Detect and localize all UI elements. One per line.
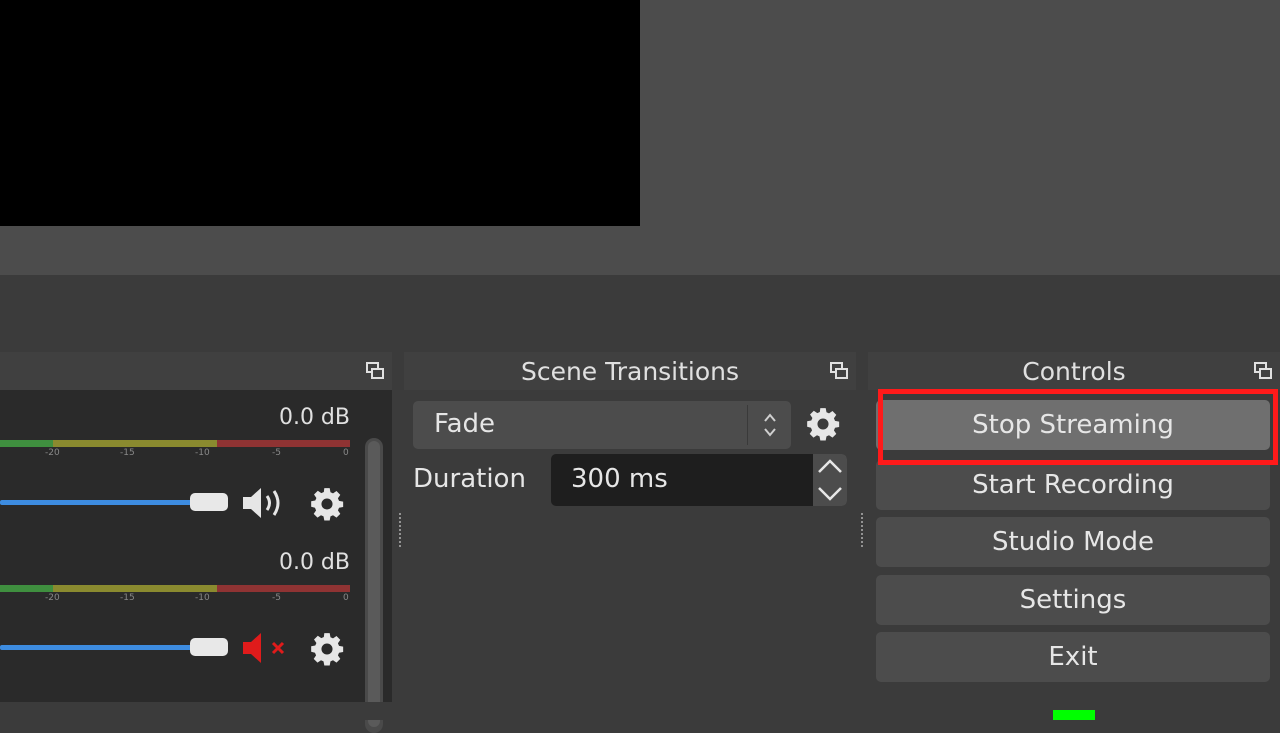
studio-mode-button[interactable]: Studio Mode <box>876 517 1270 567</box>
meter-tick: -20 <box>45 448 60 458</box>
meter-tick: -20 <box>45 593 60 603</box>
settings-button[interactable]: Settings <box>876 575 1270 625</box>
speaker-muted-icon[interactable] <box>240 630 292 666</box>
meter-tick: -10 <box>195 448 210 458</box>
scene-transitions-dock: Scene Transitions Fade Duration 300 ms <box>398 352 864 702</box>
controls-dock-header: Controls <box>868 352 1280 390</box>
meter-tick: -15 <box>120 448 135 458</box>
dock-title: Controls <box>1022 356 1126 386</box>
duration-spinbox[interactable]: 300 ms <box>551 454 847 506</box>
meter-tick: -5 <box>272 448 281 458</box>
dock-resize-grip[interactable] <box>860 512 864 548</box>
mixer-dock-header <box>0 352 392 390</box>
duration-value: 300 ms <box>571 464 668 494</box>
undock-icon[interactable] <box>364 360 386 382</box>
start-recording-button[interactable]: Start Recording <box>876 460 1270 510</box>
select-arrows-icon <box>764 413 776 437</box>
meter-tick: 0 <box>343 593 349 603</box>
dock-title: Scene Transitions <box>520 356 740 386</box>
dock-resize-grip[interactable] <box>398 512 402 548</box>
meter-tick: 0 <box>343 448 349 458</box>
gear-icon[interactable] <box>804 405 842 443</box>
volume-fader-handle[interactable] <box>190 493 228 511</box>
controls-dock: Controls Stop Streaming Start Recording … <box>868 352 1280 702</box>
duration-stepper[interactable] <box>813 454 847 506</box>
volume-db-label: 0.0 dB <box>278 550 350 575</box>
volume-db-label: 0.0 dB <box>278 405 350 430</box>
stop-streaming-button[interactable]: Stop Streaming <box>876 400 1270 450</box>
audio-mixer-dock: 0.0 dB -20 -15 -10 -5 0 0.0 dB -20 -15 -… <box>0 352 392 733</box>
mixer-body: 0.0 dB -20 -15 -10 -5 0 0.0 dB -20 -15 -… <box>0 390 392 733</box>
undock-icon[interactable] <box>828 360 850 382</box>
transition-select-value: Fade <box>434 409 496 439</box>
transitions-dock-header: Scene Transitions <box>404 352 856 390</box>
exit-button[interactable]: Exit <box>876 632 1270 682</box>
meter-tick: -15 <box>120 593 135 603</box>
volume-fader-track[interactable] <box>0 500 195 505</box>
gear-icon[interactable] <box>308 630 346 668</box>
spin-arrows-icon <box>818 459 842 501</box>
volume-fader-track[interactable] <box>0 645 195 650</box>
meter-tick: -10 <box>195 593 210 603</box>
gear-icon[interactable] <box>308 485 346 523</box>
speaker-icon[interactable] <box>240 485 292 521</box>
volume-fader-handle[interactable] <box>190 638 228 656</box>
transition-select[interactable]: Fade <box>413 401 791 449</box>
status-bar <box>0 702 1280 720</box>
mixer-scrollbar[interactable] <box>365 438 383 733</box>
undock-icon[interactable] <box>1252 360 1274 382</box>
scrollbar-thumb[interactable] <box>368 441 380 727</box>
duration-label: Duration <box>413 464 526 494</box>
meter-tick: -5 <box>272 593 281 603</box>
preview-canvas <box>0 0 640 226</box>
stream-status-indicator <box>1053 710 1095 720</box>
volume-meter: -20 -15 -10 -5 0 <box>0 585 350 603</box>
volume-meter: -20 -15 -10 -5 0 <box>0 440 350 458</box>
